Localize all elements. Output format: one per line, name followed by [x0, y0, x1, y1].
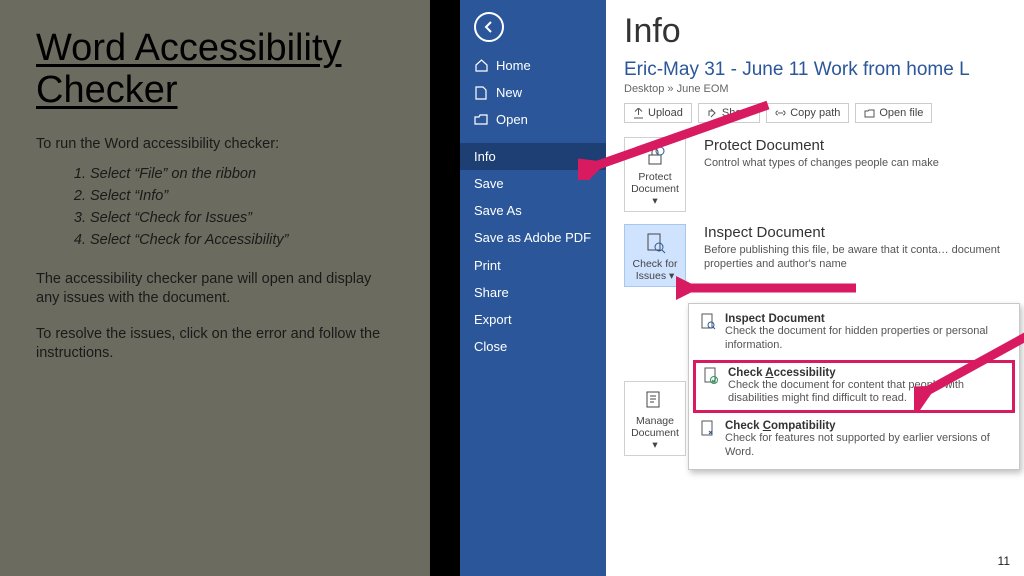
check-issues-dropdown: Inspect Document Check the document for … [688, 303, 1020, 470]
inspect-document-icon [699, 313, 717, 331]
sidebar-item-new[interactable]: New [460, 79, 606, 106]
inspect-title: Inspect Document [704, 224, 1024, 241]
back-button[interactable] [474, 12, 504, 42]
copy-path-button[interactable]: Copy path [766, 103, 849, 123]
new-icon [474, 86, 488, 100]
open-icon [474, 113, 488, 127]
document-path: Desktop » June EOM [624, 83, 1024, 95]
dropdown-item-desc: Check the document for content that peop… [728, 379, 1006, 407]
step-item: Select “Check for Issues” [90, 210, 394, 226]
sidebar-item-export[interactable]: Export [460, 306, 606, 333]
left-pane: Word Accessibility Checker To run the Wo… [0, 0, 430, 576]
inspect-section: Check for Issues ▾ Inspect Document Befo… [624, 224, 1024, 287]
button-label: Share [722, 107, 751, 119]
button-label: Check for Issues ▾ [627, 258, 683, 282]
check-for-issues-button[interactable]: Check for Issues ▾ [624, 224, 686, 287]
lock-icon [627, 144, 683, 168]
step-item: Select “Check for Accessibility” [90, 232, 394, 248]
intro-text: To run the Word accessibility checker: [36, 136, 394, 152]
slide: Word Accessibility Checker To run the Wo… [0, 0, 1024, 576]
accessibility-icon [702, 367, 720, 385]
sidebar-item-save[interactable]: Save [460, 170, 606, 197]
button-label: Copy path [790, 107, 840, 119]
word-file-sidebar: Home New Open Info Save S [460, 0, 606, 576]
info-pane: Info Eric-May 31 - June 11 Work from hom… [606, 0, 1024, 576]
sidebar-item-open[interactable]: Open [460, 106, 606, 133]
inspect-icon [627, 231, 683, 255]
button-label: Manage Document ▾ [627, 415, 683, 451]
compatibility-icon [699, 420, 717, 438]
sidebar-item-share[interactable]: Share [460, 279, 606, 306]
info-toolbar: Upload Share Copy path Open file [624, 103, 1024, 123]
folder-icon [864, 108, 875, 119]
step-item: Select “Info” [90, 188, 394, 204]
protect-document-button[interactable]: Protect Document ▾ [624, 137, 686, 212]
sidebar-item-close[interactable]: Close [460, 333, 606, 360]
dropdown-check-accessibility[interactable]: Check Accessibility Check the document f… [693, 360, 1015, 414]
protect-section: Protect Document ▾ Protect Document Cont… [624, 137, 1024, 212]
dropdown-check-compatibility[interactable]: Check Compatibility Check for features n… [689, 415, 1019, 465]
sidebar-item-label: Open [496, 112, 528, 127]
dropdown-item-title: Inspect Document [725, 313, 825, 325]
sidebar-item-label: Save As [474, 203, 522, 218]
inspect-desc: Before publishing this file, be aware th… [704, 243, 1024, 272]
info-header: Info [624, 12, 1024, 51]
manage-document-button[interactable]: Manage Document ▾ [624, 381, 686, 456]
sidebar-item-label: Info [474, 149, 496, 164]
vertical-divider [430, 0, 460, 576]
sidebar-item-home[interactable]: Home [460, 52, 606, 79]
sidebar-item-save-as[interactable]: Save As [460, 197, 606, 224]
button-label: Open file [879, 107, 923, 119]
sidebar-item-label: Save as Adobe PDF [474, 230, 591, 246]
upload-button[interactable]: Upload [624, 103, 692, 123]
paragraph-2: To resolve the issues, click on the erro… [36, 325, 394, 364]
share-icon [707, 108, 718, 119]
button-label: Protect Document ▾ [627, 171, 683, 207]
word-screenshot: Home New Open Info Save S [460, 0, 1024, 576]
button-label: Upload [648, 107, 683, 119]
paragraph-1: The accessibility checker pane will open… [36, 270, 394, 309]
dropdown-inspect-document[interactable]: Inspect Document Check the document for … [689, 308, 1019, 358]
manage-icon [627, 388, 683, 412]
sidebar-item-save-adobe-pdf[interactable]: Save as Adobe PDF [460, 224, 606, 252]
sidebar-item-label: Close [474, 339, 507, 354]
protect-title: Protect Document [704, 137, 1024, 154]
dropdown-item-desc: Check the document for hidden properties… [725, 325, 1009, 353]
dropdown-item-desc: Check for features not supported by earl… [725, 432, 1009, 460]
protect-desc: Control what types of changes people can… [704, 156, 1024, 170]
page-number: 11 [998, 554, 1010, 568]
document-title: Eric-May 31 - June 11 Work from home L [624, 59, 1024, 81]
sidebar-item-info[interactable]: Info [460, 143, 606, 170]
sidebar-item-label: New [496, 85, 522, 100]
sidebar-item-print[interactable]: Print [460, 252, 606, 279]
steps-list: Select “File” on the ribbon Select “Info… [36, 166, 394, 248]
sidebar-item-label: Export [474, 312, 512, 327]
link-icon [775, 108, 786, 119]
dropdown-item-title: Check Compatibility [725, 420, 836, 432]
sidebar-item-label: Save [474, 176, 504, 191]
sidebar-item-label: Share [474, 285, 509, 300]
back-arrow-icon [481, 19, 497, 35]
open-file-button[interactable]: Open file [855, 103, 932, 123]
sidebar-item-label: Print [474, 258, 501, 273]
home-icon [474, 59, 488, 73]
step-item: Select “File” on the ribbon [90, 166, 394, 182]
sidebar-item-label: Home [496, 58, 531, 73]
slide-title: Word Accessibility Checker [36, 28, 394, 112]
share-button[interactable]: Share [698, 103, 760, 123]
upload-icon [633, 108, 644, 119]
dropdown-item-title: Check Accessibility [728, 367, 836, 379]
